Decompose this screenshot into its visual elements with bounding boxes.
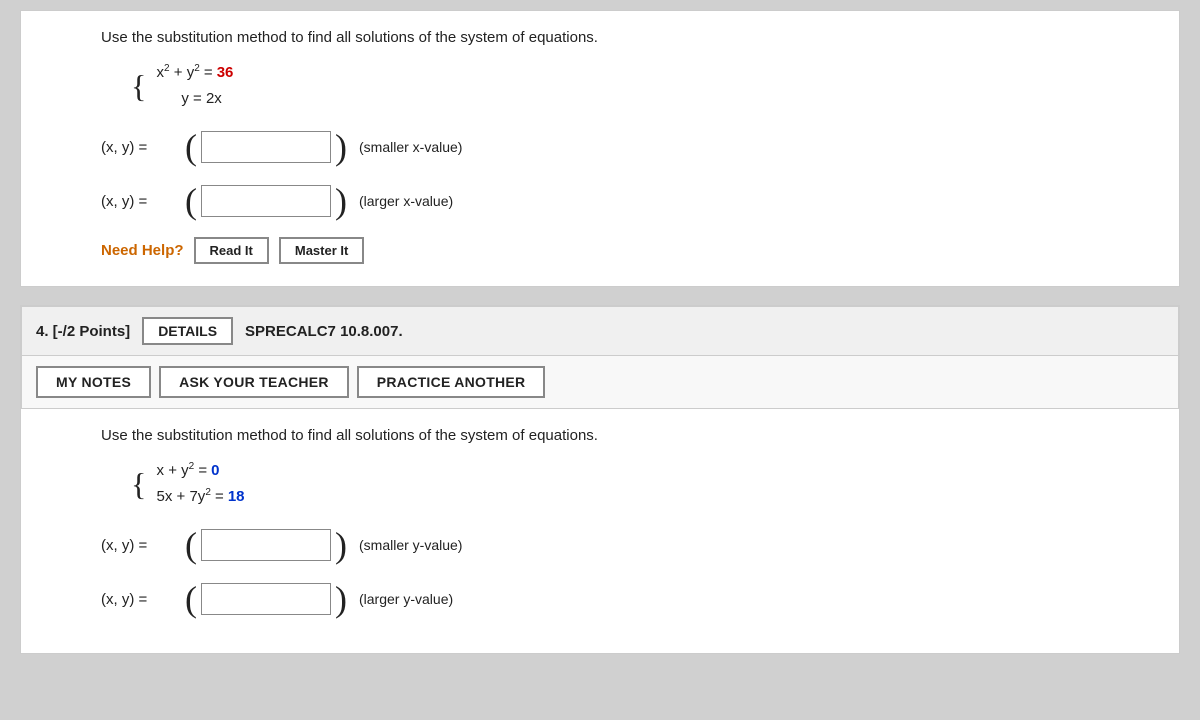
need-help-row: Need Help? Read It Master It [101, 237, 1155, 264]
problem-4-header: 4. [-/2 Points] DETAILS SPRECALC7 10.8.0… [21, 306, 1179, 356]
prev-problem-instruction: Use the substitution method to find all … [101, 29, 1155, 46]
p4-answer-row-1: (x, y) = ( ) (smaller y-value) [101, 527, 1155, 563]
p4-answer2-input[interactable] [201, 583, 331, 615]
prev-equation-system: { x2 + y2 = 36 y = 2x [131, 60, 1155, 111]
ask-your-teacher-button[interactable]: ASK YOUR TEACHER [159, 366, 349, 398]
action-row: MY NOTES ASK YOUR TEACHER PRACTICE ANOTH… [21, 356, 1179, 409]
my-notes-button[interactable]: MY NOTES [36, 366, 151, 398]
details-button[interactable]: DETAILS [142, 317, 233, 345]
p4-answer2-hint: (larger y-value) [359, 591, 453, 607]
prev-problem-card: Use the substitution method to find all … [20, 10, 1180, 287]
p4-answer2-label: (x, y) = [101, 591, 181, 608]
close-paren-2: ) [335, 183, 347, 219]
p4-equation-line-2: 5x + 7y2 = 18 [157, 484, 245, 510]
p4-close-paren-1: ) [335, 527, 347, 563]
p4-answer1-label: (x, y) = [101, 537, 181, 554]
p4-answer1-hint: (smaller y-value) [359, 537, 462, 553]
open-paren-2: ( [185, 183, 197, 219]
problem-4-equation-system: { x + y2 = 0 5x + 7y2 = 18 [131, 458, 1155, 509]
problem-4-content: Use the substitution method to find all … [21, 409, 1179, 653]
points-label: 4. [-/2 Points] [36, 323, 130, 340]
answer2-label: (x, y) = [101, 193, 181, 210]
read-it-button[interactable]: Read It [194, 237, 269, 264]
answer1-hint: (smaller x-value) [359, 139, 462, 155]
p4-equation-line-1: x + y2 = 0 [157, 458, 245, 484]
p4-answer-row-2: (x, y) = ( ) (larger y-value) [101, 581, 1155, 617]
open-paren-1: ( [185, 129, 197, 165]
answer1-label: (x, y) = [101, 139, 181, 156]
problem-4-instruction: Use the substitution method to find all … [101, 427, 1155, 444]
brace-icon: { [131, 68, 146, 104]
answer2-hint: (larger x-value) [359, 193, 453, 209]
p4-close-paren-2: ) [335, 581, 347, 617]
brace-icon-2: { [131, 466, 146, 502]
equation-line-2: y = 2x [157, 86, 234, 112]
p4-open-paren-2: ( [185, 581, 197, 617]
p4-answer1-input[interactable] [201, 529, 331, 561]
need-help-label: Need Help? [101, 242, 184, 259]
close-paren-1: ) [335, 129, 347, 165]
answer2-input[interactable] [201, 185, 331, 217]
problem-code: SPRECALC7 10.8.007. [245, 323, 403, 340]
equation-line-1: x2 + y2 = 36 [157, 60, 234, 86]
answer-row-2: (x, y) = ( ) (larger x-value) [101, 183, 1155, 219]
answer-row-1: (x, y) = ( ) (smaller x-value) [101, 129, 1155, 165]
problem-4-card: 4. [-/2 Points] DETAILS SPRECALC7 10.8.0… [20, 305, 1180, 654]
answer1-input[interactable] [201, 131, 331, 163]
p4-open-paren-1: ( [185, 527, 197, 563]
practice-another-button[interactable]: PRACTICE ANOTHER [357, 366, 546, 398]
master-it-button[interactable]: Master It [279, 237, 364, 264]
